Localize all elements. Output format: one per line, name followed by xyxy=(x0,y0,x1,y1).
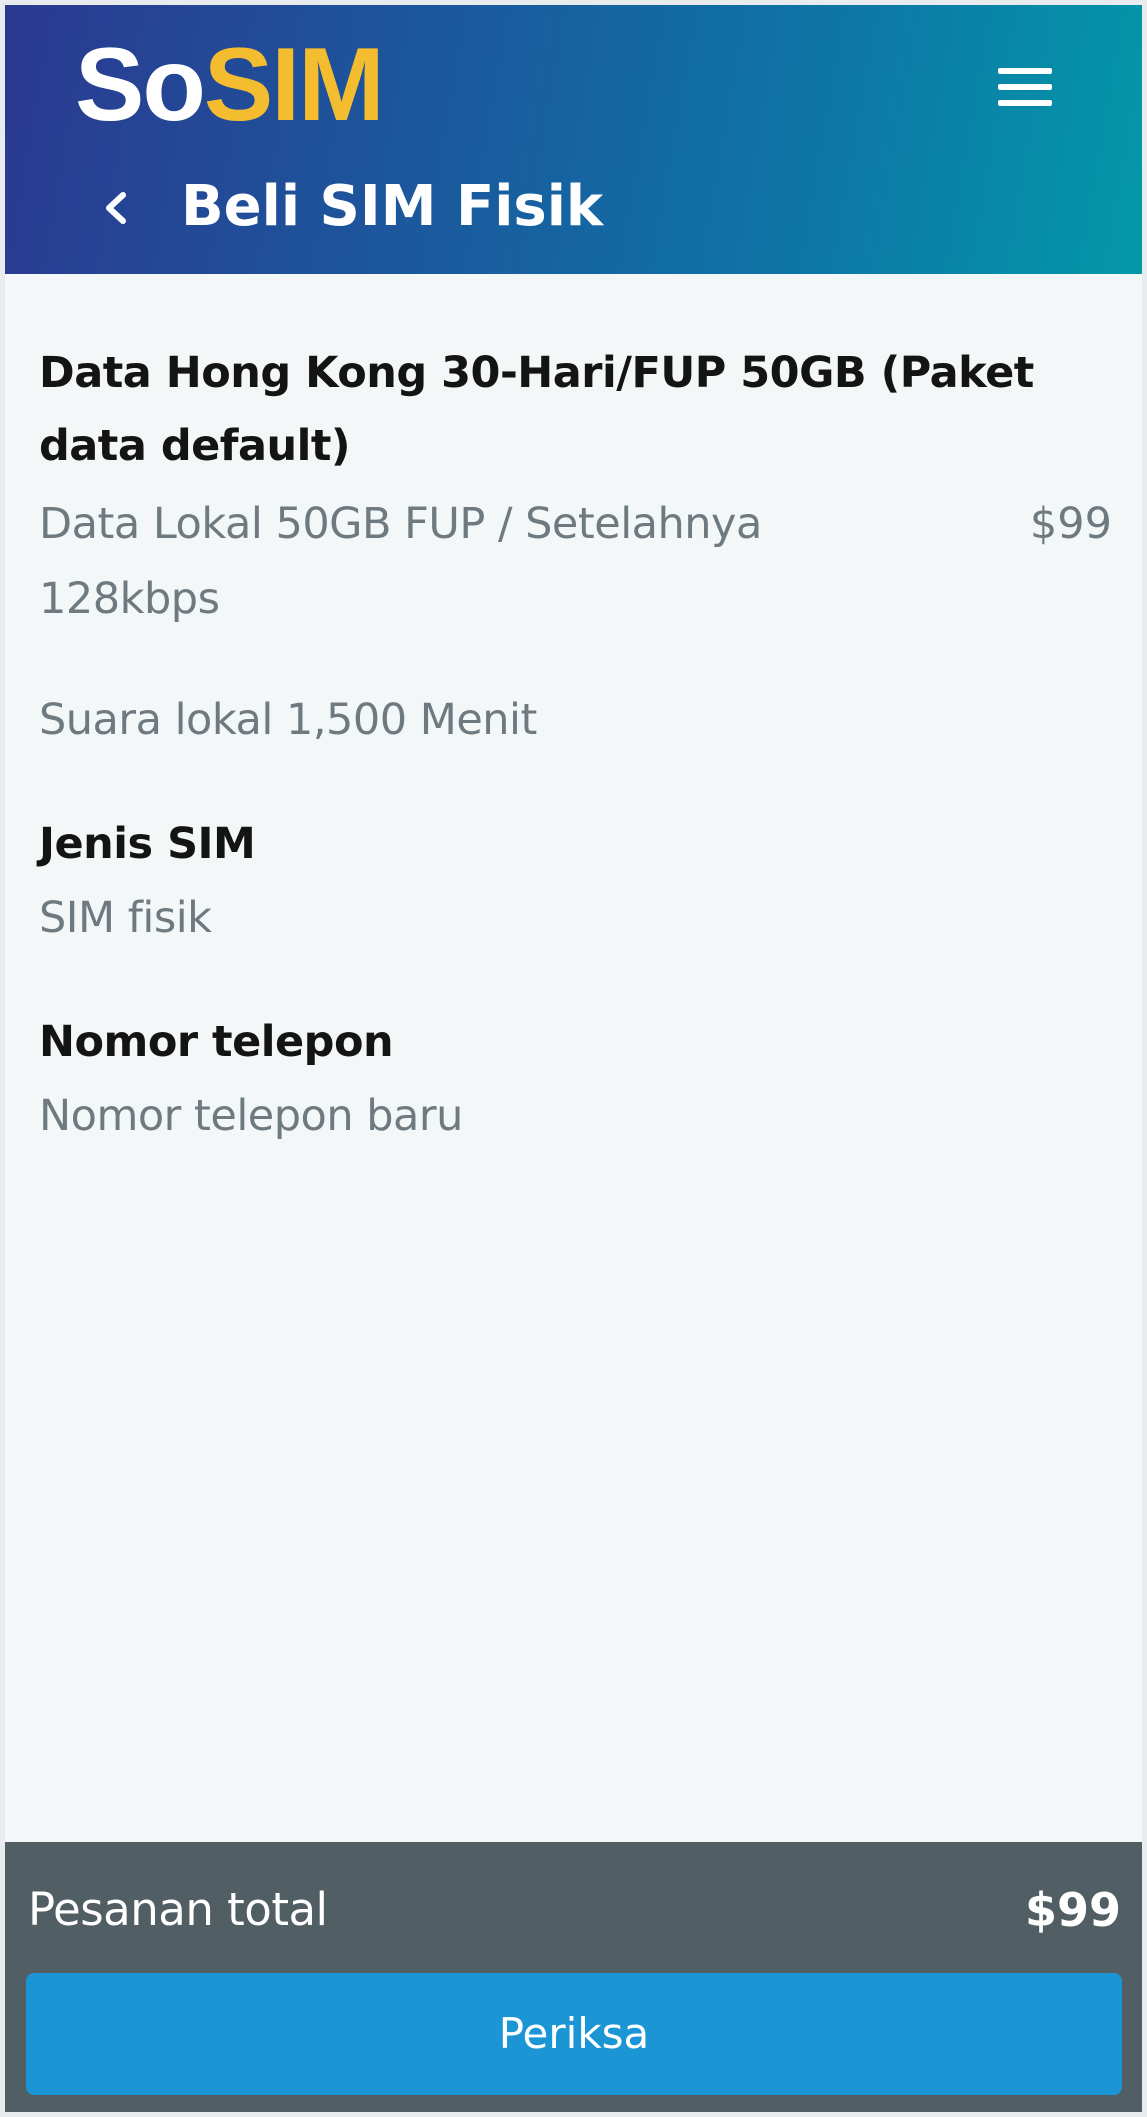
menu-bar-top xyxy=(998,68,1052,74)
order-details: Data Hong Kong 30-Hari/FUP 50GB (Paket d… xyxy=(39,337,1112,1154)
app-header: SoSIM Beli SIM Fisik xyxy=(5,5,1142,274)
phone-number-label: Nomor telepon xyxy=(39,1017,394,1067)
check-button[interactable]: Periksa xyxy=(26,1973,1122,2095)
logo-text-sim: SIM xyxy=(203,27,385,143)
plan-price: $99 xyxy=(1029,499,1112,549)
sosim-logo[interactable]: SoSIM xyxy=(75,33,385,137)
hamburger-menu-icon[interactable] xyxy=(995,65,1055,109)
menu-bar-bottom xyxy=(998,100,1052,106)
phone-number-value: Nomor telepon baru xyxy=(39,1091,463,1141)
menu-bar-middle xyxy=(998,84,1052,90)
plan-data-detail: Data Lokal 50GB FUP / Setelahnya 128kbps xyxy=(39,499,762,624)
chevron-left-icon xyxy=(106,192,126,224)
sim-type-label: Jenis SIM xyxy=(39,819,256,869)
plan-title: Data Hong Kong 30-Hari/FUP 50GB (Paket d… xyxy=(39,348,1034,471)
sim-type-value: SIM fisik xyxy=(39,893,212,943)
plan-detail-row: Data Lokal 50GB FUP / Setelahnya 128kbps… xyxy=(39,487,1112,637)
app-frame: SoSIM Beli SIM Fisik Data Hong Kong 30-H… xyxy=(5,5,1142,2112)
order-summary-footer: Pesanan total $99 Periksa xyxy=(5,1842,1142,2112)
total-label: Pesanan total xyxy=(28,1883,328,1936)
back-button[interactable] xyxy=(97,183,137,233)
plan-voice-detail: Suara lokal 1,500 Menit xyxy=(39,695,537,745)
total-value: $99 xyxy=(1024,1883,1121,1937)
page-title: Beli SIM Fisik xyxy=(181,174,604,239)
logo-text-so: So xyxy=(75,27,206,143)
